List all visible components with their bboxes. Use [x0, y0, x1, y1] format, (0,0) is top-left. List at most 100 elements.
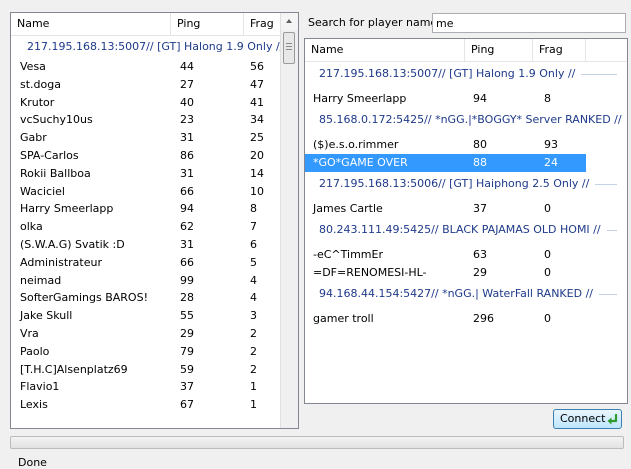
- player-ping: 296: [473, 312, 494, 325]
- table-row[interactable]: *GO*GAME OVER 88 24: [305, 154, 586, 172]
- player-ping: 37: [180, 380, 194, 394]
- player-frag: 34: [250, 113, 264, 127]
- player-name: Rokii Ballboa: [20, 166, 91, 180]
- player-ping: 94: [473, 92, 487, 105]
- player-ping: 59: [180, 362, 194, 376]
- player-search-input[interactable]: [432, 13, 626, 33]
- player-frag: 8: [250, 202, 257, 216]
- table-row[interactable]: Lexis 67 1: [11, 396, 282, 414]
- player-frag: 0: [544, 248, 551, 261]
- player-frag: 2: [250, 362, 257, 376]
- player-frag: 4: [250, 291, 257, 305]
- player-name: James Cartle: [313, 202, 383, 215]
- player-frag: 3: [250, 309, 257, 323]
- table-row[interactable]: =DF=RENOMESI-HL- 29 0: [305, 264, 627, 282]
- connect-button[interactable]: Connect: [553, 409, 622, 429]
- player-name: SofterGamings BAROS!: [20, 291, 148, 305]
- server-group-label: 94.168.44.154:5427// *nGG.| WaterFall RA…: [319, 287, 593, 300]
- server-group-header[interactable]: 217.195.168.13:5007// [GT] Halong 1.9 On…: [11, 38, 284, 56]
- table-row[interactable]: st.doga 27 47: [11, 76, 282, 94]
- player-frag: 8: [544, 92, 551, 105]
- table-row[interactable]: vcSuchy10us 23 34: [11, 111, 282, 129]
- column-header-ping[interactable]: Ping: [171, 13, 244, 35]
- player-name: *GO*GAME OVER: [313, 156, 408, 169]
- server-group-header[interactable]: 217.195.168.13:5007// [GT] Halong 1.9 On…: [305, 65, 627, 83]
- player-frag: 93: [544, 138, 558, 151]
- player-name: st.doga: [20, 77, 61, 91]
- progress-bar: [10, 436, 624, 449]
- table-row[interactable]: SofterGamings BAROS! 28 4: [11, 289, 282, 307]
- table-row[interactable]: Administrateur 66 5: [11, 254, 282, 272]
- player-ping: 66: [180, 255, 194, 269]
- table-row[interactable]: James Cartle 37 0: [305, 200, 627, 218]
- table-row[interactable]: Harry Smeerlapp 94 8: [11, 200, 282, 218]
- table-row[interactable]: Paolo 79 2: [11, 343, 282, 361]
- group-divider-line: [607, 230, 617, 231]
- player-name: Vra: [20, 327, 39, 340]
- player-ping: 94: [180, 202, 194, 216]
- player-frag: 0: [544, 266, 551, 279]
- table-row[interactable]: SPA-Carlos 86 20: [11, 147, 282, 165]
- player-name: -eC^TimmEr: [313, 248, 383, 261]
- table-row[interactable]: Harry Smeerlapp 94 8: [305, 90, 627, 108]
- server-group-label: 217.195.168.13:5007// [GT] Halong 1.9 On…: [27, 40, 284, 53]
- player-frag: 5: [250, 255, 257, 269]
- table-row[interactable]: [T.H.C]Alsenplatz69 59 2: [11, 361, 282, 379]
- column-header-ping[interactable]: Ping: [465, 39, 533, 61]
- server-player-list[interactable]: Name Ping Frag 217.195.168.13:5007// [GT…: [10, 12, 299, 429]
- player-ping: 23: [180, 113, 194, 127]
- server-group-label: 80.243.111.49:5425// BLACK PAJAMAS OLD H…: [319, 223, 601, 236]
- column-header-name[interactable]: Name: [305, 39, 465, 61]
- status-text: Done: [18, 456, 47, 469]
- vertical-scrollbar[interactable]: [280, 13, 298, 428]
- table-row[interactable]: Gabr 31 25: [11, 129, 282, 147]
- player-name: ($)e.s.o.rimmer: [313, 138, 399, 151]
- player-ping: 37: [473, 202, 487, 215]
- player-ping: 28: [180, 291, 194, 305]
- server-group-header[interactable]: 80.243.111.49:5425// BLACK PAJAMAS OLD H…: [305, 221, 627, 239]
- search-label: Search for player name:: [308, 16, 441, 29]
- player-name: Flavio1: [20, 380, 60, 394]
- green-arrow-icon: [607, 413, 618, 425]
- table-row[interactable]: gamer troll 296 0: [305, 310, 627, 328]
- column-header-frag[interactable]: Frag: [244, 13, 282, 35]
- server-group-header[interactable]: 85.168.0.172:5425// *nGG.|*BOGGY* Server…: [305, 111, 627, 129]
- player-ping: 63: [473, 248, 487, 261]
- player-ping: 86: [180, 149, 194, 162]
- player-ping: 99: [180, 273, 194, 287]
- server-group-header[interactable]: 94.168.44.154:5427// *nGG.| WaterFall RA…: [305, 285, 627, 303]
- player-name: vcSuchy10us: [20, 113, 93, 127]
- player-frag: 0: [544, 312, 551, 325]
- player-frag: 20: [250, 149, 264, 162]
- table-row[interactable]: (S.W.A.G) Svatik :D 31 6: [11, 236, 282, 254]
- table-row[interactable]: Vesa 44 56: [11, 58, 282, 76]
- list-header: Name Ping Frag: [11, 13, 282, 36]
- table-row[interactable]: Rokii Ballboa 31 14: [11, 165, 282, 183]
- player-ping: 62: [180, 220, 194, 234]
- player-frag: 1: [250, 380, 257, 394]
- table-row[interactable]: neimad 99 4: [11, 272, 282, 290]
- table-row[interactable]: ($)e.s.o.rimmer 80 93: [305, 136, 627, 154]
- column-header-name[interactable]: Name: [11, 13, 171, 35]
- player-name: (S.W.A.G) Svatik :D: [20, 238, 125, 251]
- table-row[interactable]: Jake Skull 55 3: [11, 307, 282, 325]
- server-group-label: 217.195.168.13:5006// [GT] Haiphong 2.5 …: [319, 177, 590, 190]
- scrollbar-thumb[interactable]: [283, 32, 295, 64]
- player-name: SPA-Carlos: [20, 149, 79, 162]
- table-row[interactable]: Krutor 40 41: [11, 94, 282, 112]
- table-row[interactable]: -eC^TimmEr 63 0: [305, 246, 627, 264]
- table-row[interactable]: Flavio1 37 1: [11, 378, 282, 396]
- column-header-frag[interactable]: Frag: [533, 39, 586, 61]
- player-frag: 56: [250, 60, 264, 73]
- search-results-list[interactable]: Name Ping Frag 217.195.168.13:5007// [GT…: [304, 38, 628, 404]
- server-group-header[interactable]: 217.195.168.13:5006// [GT] Haiphong 2.5 …: [305, 175, 627, 193]
- player-frag: 1: [250, 398, 257, 412]
- player-ping: 40: [180, 95, 194, 109]
- player-ping: 29: [180, 327, 194, 340]
- player-frag: 10: [250, 184, 264, 198]
- table-row[interactable]: Vra 29 2: [11, 325, 282, 343]
- group-divider-line: [595, 184, 617, 185]
- table-row[interactable]: Waciciel 66 10: [11, 183, 282, 201]
- scroll-up-arrow-icon[interactable]: [281, 13, 298, 30]
- table-row[interactable]: olka 62 7: [11, 218, 282, 236]
